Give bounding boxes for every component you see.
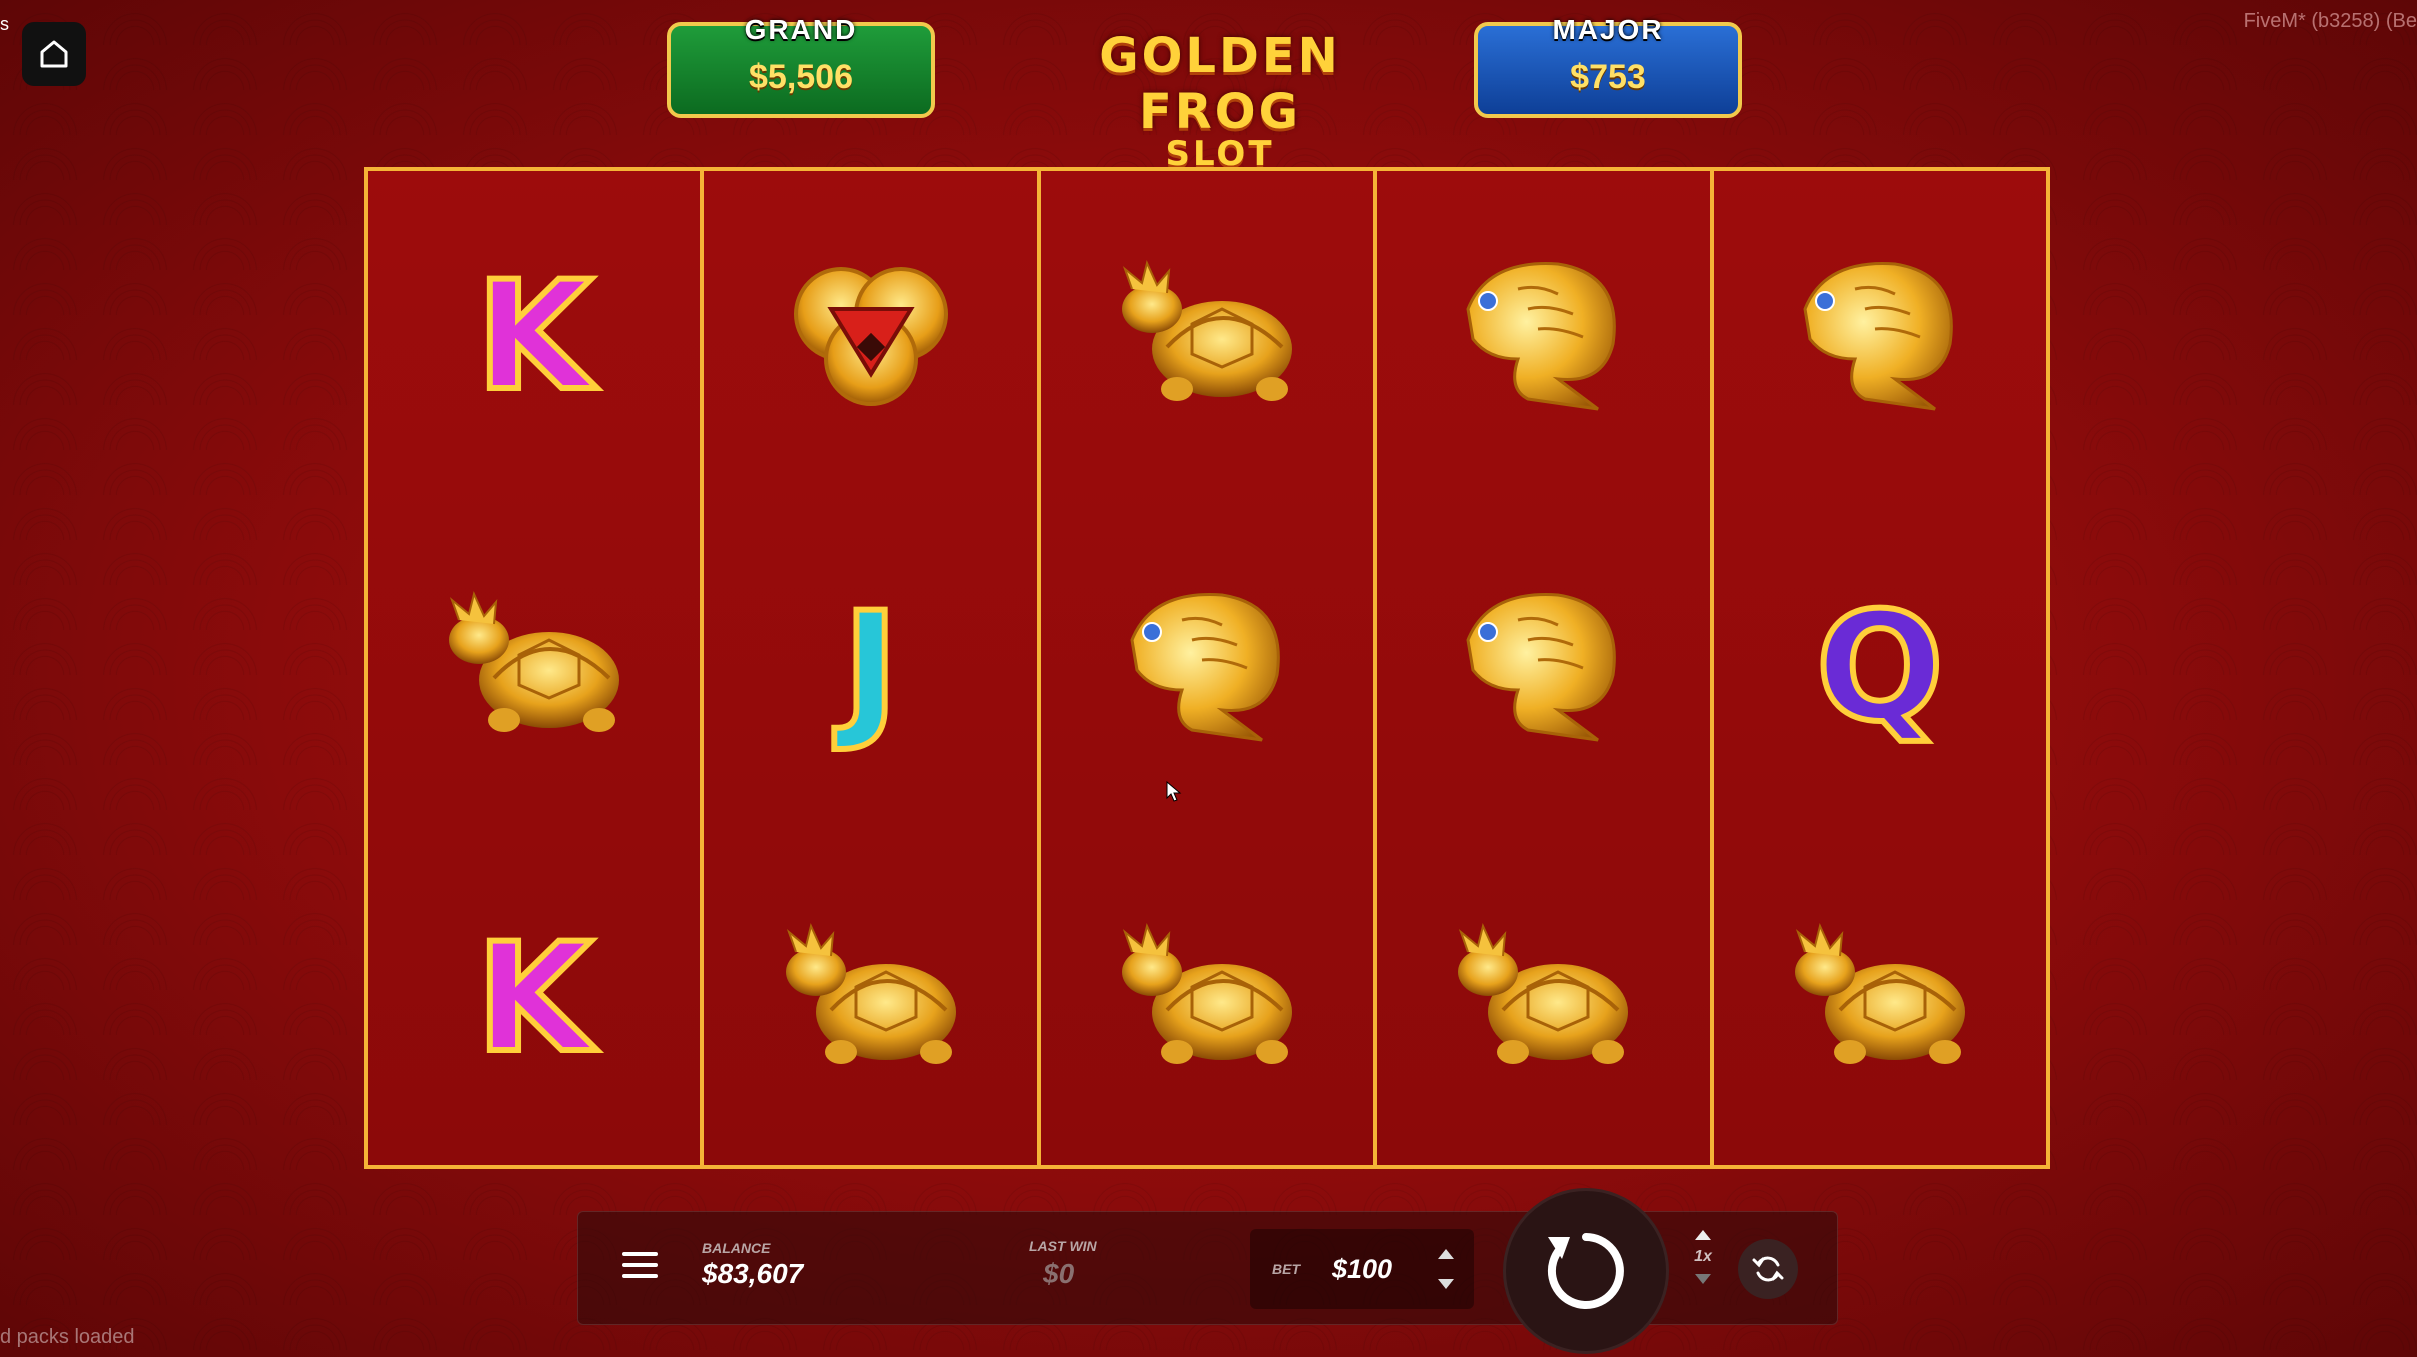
speed-label: 1x [1694, 1248, 1712, 1265]
major-jackpot-value: $753 [1570, 57, 1646, 96]
logo-title: GOLDEN FROG [1099, 28, 1341, 140]
letter-j-symbol: J [840, 578, 902, 758]
reel-cell [1714, 171, 2046, 502]
reel-5: Q [1713, 171, 2047, 1165]
reel-cell [1041, 171, 1373, 502]
letter-q-symbol: Q [1813, 578, 1947, 758]
koi-symbol-icon [1112, 580, 1302, 755]
koi-symbol-icon [1785, 249, 1975, 424]
grand-jackpot-value: $5,506 [749, 57, 853, 96]
reel-cell [368, 502, 700, 833]
reel-cell: J [704, 502, 1036, 833]
bet-control: BET $100 [1250, 1229, 1474, 1309]
koi-symbol-icon [1448, 249, 1638, 424]
speed-control: 1x [1688, 1228, 1718, 1286]
turtle-symbol-icon [434, 580, 634, 755]
major-jackpot-label: MAJOR [1552, 14, 1664, 45]
last-win-value: $0 [1043, 1258, 1075, 1289]
turtle-symbol-icon [1780, 912, 1980, 1087]
bottom-control-bar: BALANCE $83,607 LAST WIN $0 BET $100 1x [577, 1188, 1838, 1354]
reel-3 [1040, 171, 1378, 1165]
letter-k-symbol: K [473, 909, 595, 1089]
koi-symbol-icon [1448, 580, 1638, 755]
hamburger-menu-icon [622, 1252, 658, 1278]
reel-4 [1377, 171, 1714, 1165]
turtle-symbol-icon [1443, 912, 1643, 1087]
reel-cell: K [368, 171, 700, 502]
reel-1: K K [368, 171, 705, 1165]
bet-decrease-button[interactable] [1434, 1273, 1458, 1295]
home-button[interactable] [22, 22, 86, 86]
last-win-label: LAST WIN [1029, 1238, 1097, 1254]
mouse-cursor-icon [1166, 781, 1182, 802]
reel-cell: Q [1714, 502, 2046, 833]
game-logo: GOLDEN FROG SLOT [1030, 28, 1410, 174]
bet-increase-button[interactable] [1434, 1243, 1458, 1265]
home-icon [40, 40, 68, 68]
reel-cell [1377, 171, 1709, 502]
grand-jackpot: GRAND $5,506 [667, 14, 935, 118]
autoplay-refresh-icon [1752, 1256, 1784, 1282]
reel-cell [1041, 502, 1373, 833]
grand-jackpot-label: GRAND [744, 14, 858, 45]
coins-symbol-icon [786, 249, 956, 424]
reel-cell [1041, 834, 1373, 1165]
balance-label: BALANCE [702, 1240, 771, 1256]
autoplay-button[interactable] [1738, 1239, 1798, 1299]
status-text: d packs loaded [0, 1326, 135, 1348]
turtle-symbol-icon [1107, 912, 1307, 1087]
build-info: FiveM* (b3258) (Be [2243, 10, 2417, 32]
spin-icon [1547, 1233, 1624, 1309]
balance-value: $83,607 [702, 1258, 804, 1289]
spin-button[interactable] [1503, 1188, 1669, 1354]
speed-up-button[interactable] [1693, 1228, 1713, 1242]
menu-button[interactable] [622, 1250, 658, 1285]
reel-cell [1377, 502, 1709, 833]
reel-cell: K [368, 834, 700, 1165]
letter-k-symbol: K [473, 247, 595, 427]
turtle-symbol-icon [771, 912, 971, 1087]
reel-cell [1377, 834, 1709, 1165]
bet-label: BET [1272, 1261, 1300, 1277]
turtle-symbol-icon [1107, 249, 1307, 424]
major-jackpot: MAJOR $753 [1474, 14, 1742, 118]
reel-grid: K K J Q [364, 167, 2050, 1169]
reel-cell [1714, 834, 2046, 1165]
corner-text: s [0, 14, 9, 34]
reel-cell [704, 834, 1036, 1165]
reel-cell [704, 171, 1036, 502]
speed-down-button[interactable] [1693, 1272, 1713, 1286]
bet-value: $100 [1332, 1254, 1393, 1284]
reel-2: J [704, 171, 1041, 1165]
